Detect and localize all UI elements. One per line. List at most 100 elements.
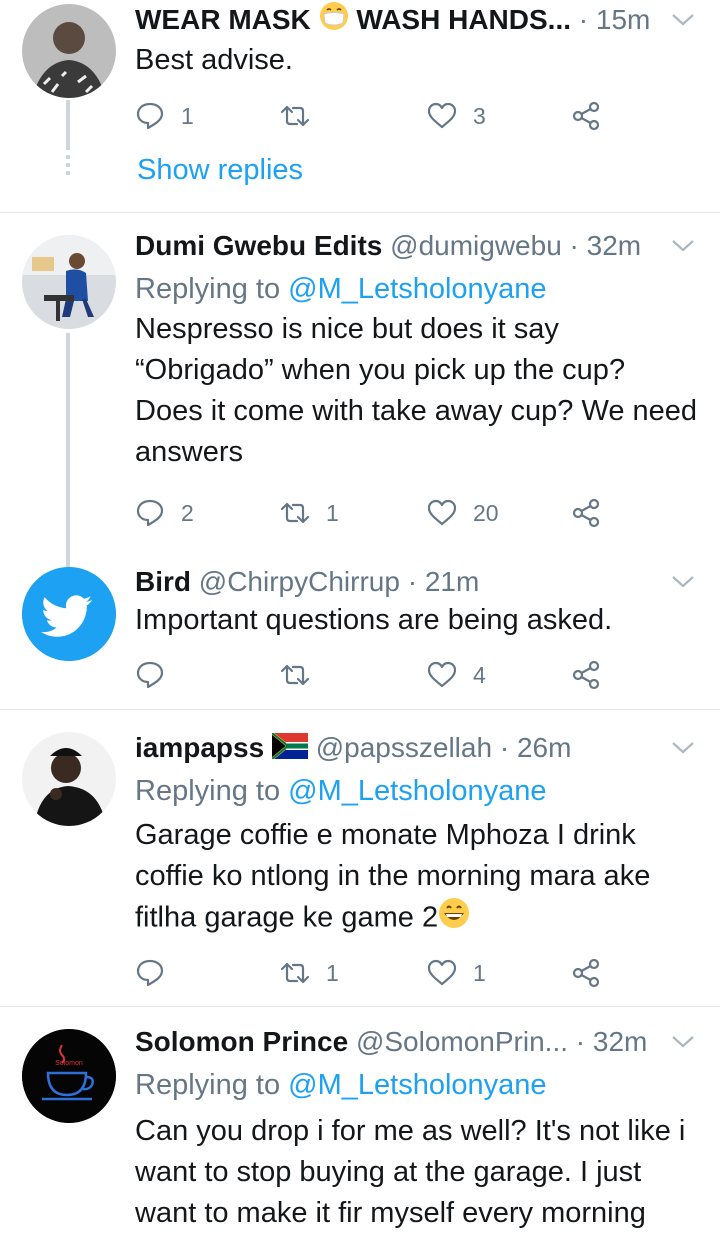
retweet-button[interactable]: 1 [280,953,339,993]
retweet-button[interactable] [280,96,326,136]
tweet-body: Bird @ChirpyChirrup · 21m Important ques… [135,562,704,709]
display-name[interactable]: Bird [135,566,191,597]
grinning-face-emoji-icon [438,897,470,941]
south-africa-flag-icon [271,730,308,768]
retweet-icon [280,962,310,984]
handle[interactable]: @SolomonPrin... [356,1026,568,1057]
avatar[interactable] [22,4,116,98]
tweet-text-content: Garage coffie e monate Mphoza I drink co… [135,819,651,934]
heart-icon [427,959,457,986]
tweet-body: Solomon Prince @SolomonPrin... · 32m Rep… [135,1022,704,1229]
tweet-header: WEAR MASK WASH HANDS... · 15m [135,0,654,40]
tweet-body: iampapss @papsszellah · 26m Replying to … [135,728,704,1006]
chevron-down-icon[interactable] [670,238,696,254]
separator-dot: · [407,566,418,597]
retweet-button[interactable]: 1 [280,493,339,533]
replying-to-handle[interactable]: @M_Letsholonyane [288,273,546,305]
replying-to-label: Replying to [135,1069,281,1101]
separator-dot: · [578,4,589,35]
display-name[interactable]: WEAR MASK [135,4,311,35]
reply-button[interactable]: 1 [135,96,194,136]
thread-dots [66,155,70,179]
share-button[interactable] [571,953,601,993]
handle[interactable]: @ChirpyChirrup [199,566,400,597]
tweet-actions: 2 1 20 [135,493,615,533]
replying-to-handle[interactable]: @M_Letsholonyane [288,1069,546,1101]
thread-line [66,333,70,568]
tweet-text: Garage coffie e monate Mphoza I drink co… [135,815,700,941]
retweet-icon [280,105,310,127]
timestamp[interactable]: 32m [593,1026,647,1057]
share-icon [572,498,600,528]
like-count: 20 [473,499,499,526]
tweet-header: Bird @ChirpyChirrup · 21m [135,562,654,602]
avatar[interactable] [22,235,116,329]
tweet-actions: 1 1 [135,953,615,993]
replying-to-handle[interactable]: @M_Letsholonyane [288,775,546,807]
handle[interactable]: @dumigwebu [390,230,562,261]
avatar[interactable] [22,732,116,826]
reply-button[interactable]: 2 [135,493,194,533]
avatar[interactable]: Solomon [22,1029,116,1123]
tweet-header: iampapss @papsszellah · 26m [135,728,654,768]
tweet-header: Dumi Gwebu Edits @dumigwebu · 32m [135,226,654,266]
share-button[interactable] [571,96,601,136]
coffee-cup-icon: Solomon [22,1029,116,1123]
show-replies-link[interactable]: Show replies [137,154,303,187]
twitter-bird-icon [22,567,116,661]
reply-icon [136,959,164,987]
share-button[interactable] [571,655,601,695]
reply-icon [136,499,164,527]
like-count: 3 [473,102,486,129]
display-name[interactable]: Solomon Prince [135,1026,348,1057]
replying-to-label: Replying to [135,775,281,807]
timestamp[interactable]: 15m [596,4,650,35]
tweet-1[interactable]: WEAR MASK WASH HANDS... · 15m Best advis… [0,0,720,212]
reply-button[interactable] [135,953,181,993]
chevron-down-icon[interactable] [670,1034,696,1050]
reply-button[interactable] [135,655,181,695]
timestamp[interactable]: 21m [425,566,479,597]
retweet-button[interactable] [280,655,326,695]
replying-to: Replying to @M_Letsholonyane [135,1065,547,1105]
like-button[interactable]: 1 [427,953,486,993]
retweet-icon [280,664,310,686]
tweet-actions: 1 3 [135,96,615,136]
retweet-icon [280,502,310,524]
chevron-down-icon[interactable] [670,12,696,28]
tweet-5[interactable]: Solomon Solomon Prince @SolomonPrin... ·… [0,1007,720,1229]
avatar[interactable] [22,567,116,661]
tweet-4[interactable]: iampapss @papsszellah · 26m Replying to … [0,710,720,1006]
replying-to: Replying to @M_Letsholonyane [135,269,547,309]
share-icon [572,660,600,690]
tweet-text: Nespresso is nice but does it say “Obrig… [135,313,698,468]
retweet-count: 1 [326,959,339,986]
heart-icon [427,102,457,129]
tweet-body: Dumi Gwebu Edits @dumigwebu · 32m Replyi… [135,226,704,563]
heart-icon [427,661,457,688]
separator-dot: · [569,230,579,261]
tweet-text: Best advise. [135,44,293,76]
chevron-down-icon[interactable] [670,740,696,756]
tweet-3[interactable]: Bird @ChirpyChirrup · 21m Important ques… [0,562,720,709]
reply-icon [136,661,164,689]
tweet-actions: 4 [135,655,615,695]
replying-to-label: Replying to [135,273,281,305]
handle[interactable]: @papsszellah [316,732,492,763]
share-icon [572,958,600,988]
display-name-suffix[interactable]: WASH HANDS... [356,4,571,35]
like-button[interactable]: 3 [427,96,486,136]
display-name[interactable]: iampapss [135,732,264,763]
avatar-logo-text: Solomon [55,1060,83,1067]
separator-dot: · [575,1026,586,1057]
share-button[interactable] [571,493,601,533]
chevron-down-icon[interactable] [670,574,696,590]
display-name[interactable]: Dumi Gwebu Edits [135,230,382,261]
timestamp[interactable]: 26m [517,732,571,763]
tweet-2[interactable]: Dumi Gwebu Edits @dumigwebu · 32m Replyi… [0,213,720,568]
timestamp[interactable]: 32m [587,230,641,261]
replying-to: Replying to @M_Letsholonyane [135,771,547,811]
like-button[interactable]: 4 [427,655,486,695]
like-button[interactable]: 20 [427,493,499,533]
thread-line [66,100,70,150]
